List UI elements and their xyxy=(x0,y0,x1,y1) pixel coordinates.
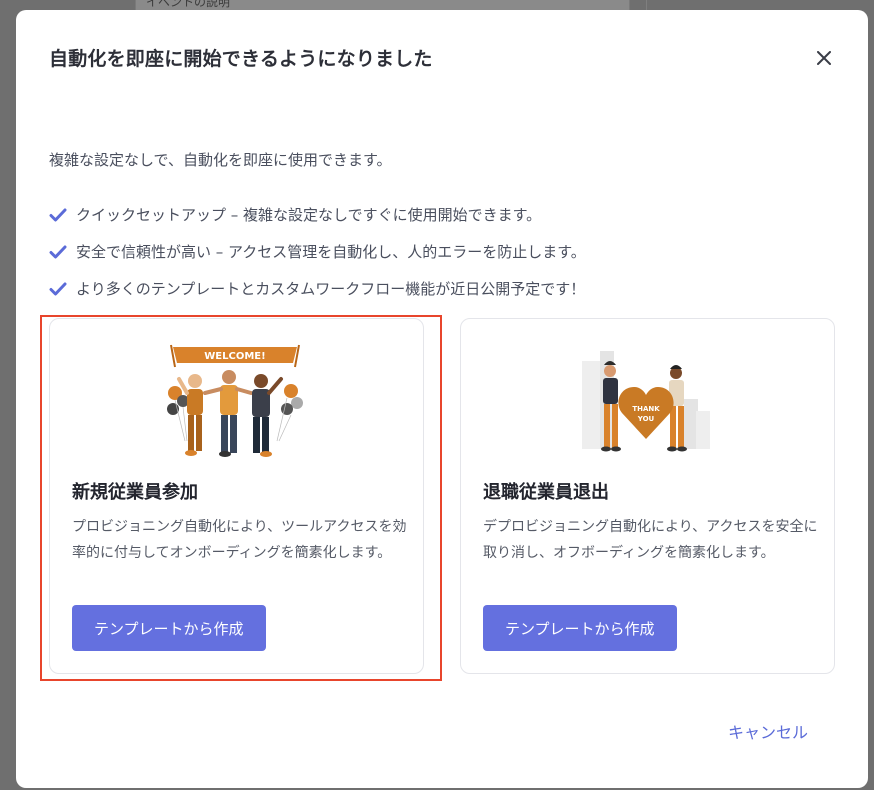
feature-text: より多くのテンプレートとカスタムワークフロー機能が近日公開予定です！ xyxy=(76,280,586,298)
close-button[interactable] xyxy=(812,46,836,70)
welcome-team-illustration: WELCOME! xyxy=(167,344,303,457)
feature-item: 安全で信頼性が高い – アクセス管理を自動化し、人的エラーを防止します。 xyxy=(49,233,586,270)
heart-text-you: YOU xyxy=(637,415,655,423)
cancel-button[interactable]: キャンセル xyxy=(728,719,808,743)
modal-title: 自動化を即座に開始できるようになりました xyxy=(49,48,433,70)
welcome-banner-text: WELCOME! xyxy=(204,351,265,362)
check-icon xyxy=(49,205,69,225)
feature-text: 安全で信頼性が高い – アクセス管理を自動化し、人的エラーを防止します。 xyxy=(76,243,586,261)
offboarding-create-from-template-button[interactable]: テンプレートから作成 xyxy=(483,605,677,651)
offboarding-title: 退職従業員退出 xyxy=(483,482,609,503)
check-icon xyxy=(49,242,69,262)
automation-modal: 自動化を即座に開始できるようになりました 複雑な設定なしで、自動化を即座に使用で… xyxy=(16,10,868,788)
onboarding-description: プロビジョニング自動化により、ツールアクセスを効率的に付与してオンボーディングを… xyxy=(72,519,407,561)
background-card-text: イベントの説明 xyxy=(146,0,231,9)
feature-item: より多くのテンプレートとカスタムワークフロー機能が近日公開予定です！ xyxy=(49,270,586,307)
modal-intro: 複雑な設定なしで、自動化を即座に使用できます。 xyxy=(49,151,392,169)
onboarding-card[interactable]: WELCOME! 新規従業員参加 プロビジョニング自動化により、ツールアクセスを… xyxy=(49,318,424,674)
offboarding-card[interactable]: THANK YOU 退職従業員退出 デプロビジョニング自動化により、アクセスを安… xyxy=(460,318,835,674)
feature-list: クイックセットアップ – 複雑な設定なしですぐに使用開始できます。 安全で信頼性… xyxy=(49,196,586,307)
thank-you-illustration: THANK YOU xyxy=(582,351,710,452)
feature-item: クイックセットアップ – 複雑な設定なしですぐに使用開始できます。 xyxy=(49,196,586,233)
heart-text-thank: THANK xyxy=(632,405,660,413)
onboarding-title: 新規従業員参加 xyxy=(72,482,198,503)
offboarding-description: デプロビジョニング自動化により、アクセスを安全に取り消し、オフボーディングを簡素… xyxy=(483,519,818,561)
close-icon xyxy=(817,51,831,65)
feature-text: クイックセットアップ – 複雑な設定なしですぐに使用開始できます。 xyxy=(76,206,542,224)
check-icon xyxy=(49,279,69,299)
onboarding-create-from-template-button[interactable]: テンプレートから作成 xyxy=(72,605,266,651)
